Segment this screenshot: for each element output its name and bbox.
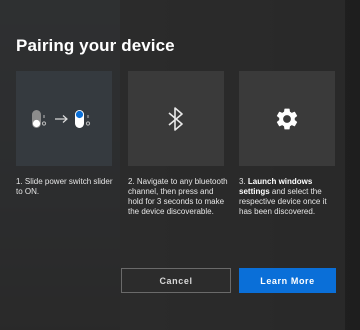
step-3-prefix: 3. (239, 177, 248, 186)
step-1-illustration (16, 71, 112, 166)
power-switch-icon (32, 109, 91, 128)
gear-icon (276, 108, 298, 129)
step-2-illustration (128, 71, 224, 166)
learn-more-button[interactable]: Learn More (239, 268, 336, 293)
step-2-text: 2. Navigate to any bluetooth channel, th… (128, 177, 228, 216)
pairing-dialog: Pairing your device 1. Slide power switc… (0, 0, 345, 330)
bluetooth-icon (168, 106, 183, 131)
cancel-button[interactable]: Cancel (121, 268, 231, 293)
step-3-text: 3. Launch windows settings and select th… (239, 177, 341, 217)
step-1-text: 1. Slide power switch slider to ON. (16, 177, 113, 196)
step-3-illustration (239, 71, 335, 166)
dialog-title: Pairing your device (16, 36, 175, 55)
